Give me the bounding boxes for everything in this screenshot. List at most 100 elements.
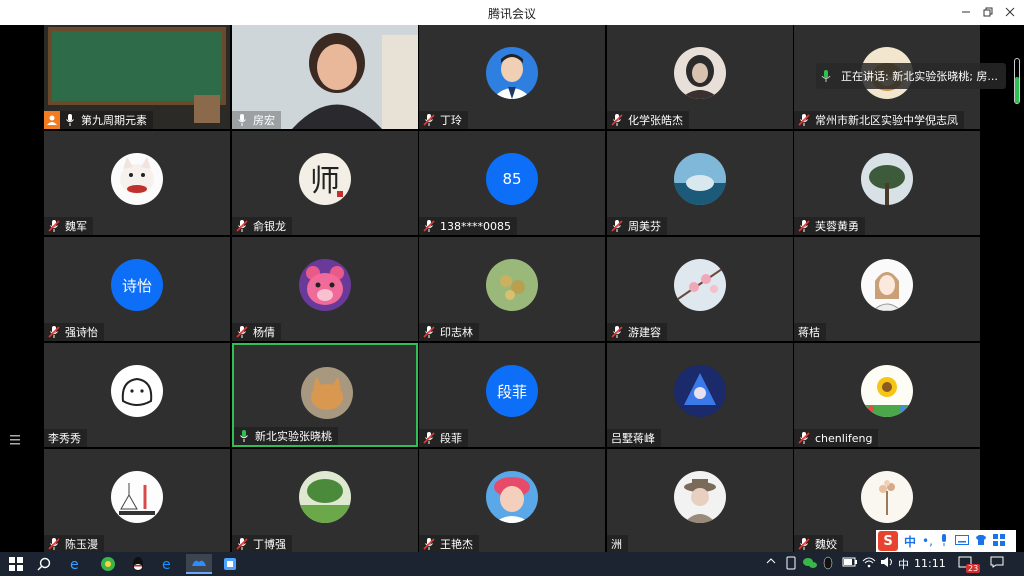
ime-lang[interactable]: 中: [904, 533, 916, 550]
battery-icon[interactable]: [842, 556, 858, 571]
avatar: [674, 471, 726, 523]
participant-name: 第九周期元素: [81, 114, 147, 127]
participant-tile[interactable]: 芙蓉黄勇: [794, 131, 980, 235]
participant-tile[interactable]: 王艳杰: [419, 449, 605, 553]
search-button[interactable]: [34, 554, 54, 574]
participant-tile[interactable]: 蒋桔: [794, 237, 980, 341]
nameplate: 洲: [607, 535, 628, 553]
tencent-meeting-icon: [192, 560, 206, 566]
participant-tile[interactable]: 房宏: [232, 25, 418, 129]
app-button[interactable]: [220, 554, 240, 574]
nameplate: 李秀秀: [44, 429, 87, 447]
nameplate: 138****0085: [419, 217, 517, 235]
nameplate: 杨倩: [232, 323, 281, 341]
nameplate: 王艳杰: [419, 535, 479, 553]
svg-text:e: e: [162, 557, 171, 572]
avatar: 诗怡: [111, 259, 163, 311]
participant-name: 周美芬: [628, 220, 661, 233]
participant-tile[interactable]: 化学张皓杰: [607, 25, 793, 129]
participant-tile[interactable]: 85 138****0085: [419, 131, 605, 235]
participant-list-toggle[interactable]: [8, 432, 24, 448]
participant-tile[interactable]: 游建容: [607, 237, 793, 341]
list-icon: [10, 435, 20, 445]
speaking-indicator: 正在讲话: 新北实验张晓桃; 房...: [816, 63, 1006, 89]
qq-tray-icon[interactable]: [822, 556, 834, 573]
ie-button[interactable]: e: [66, 554, 86, 574]
edge-button[interactable]: e: [158, 554, 178, 574]
avatar: [486, 259, 538, 311]
toolbox-icon[interactable]: [992, 533, 1005, 549]
participant-tile[interactable]: 诗怡 强诗怡: [44, 237, 230, 341]
participant-grid: 第九周期元素 房宏 丁玲 化学张皓杰 常州市新北区实验中学倪志凤 魏军 师俞银龙 85 138*…: [44, 25, 981, 553]
taskbar: e e 中 11:11 23: [0, 552, 1024, 576]
participant-tile[interactable]: 丁玲: [419, 25, 605, 129]
tencent-meeting-button[interactable]: [186, 554, 212, 574]
nameplate: 魏姣: [794, 535, 843, 553]
minimize-button[interactable]: [956, 2, 976, 22]
avatar: [674, 259, 726, 311]
speaker-icon[interactable]: [880, 556, 894, 571]
nameplate: 段菲: [419, 429, 468, 447]
ime-toolbar[interactable]: S 中 •,: [876, 530, 1016, 552]
ie-icon: e: [70, 557, 79, 572]
participant-tile[interactable]: 魏军: [44, 131, 230, 235]
qq-button[interactable]: [128, 554, 148, 574]
microphone-muted-icon: [610, 219, 624, 233]
participant-name: 游建容: [628, 326, 661, 339]
participant-tile[interactable]: 吕墅蒋峰: [607, 343, 793, 447]
avatar: [486, 471, 538, 523]
participant-name: 魏姣: [815, 538, 837, 551]
participant-tile[interactable]: 陈玉漫: [44, 449, 230, 553]
nameplate: 魏军: [44, 217, 93, 235]
participant-tile[interactable]: 师俞银龙: [232, 131, 418, 235]
avatar: [111, 153, 163, 205]
title-bar: 腾讯会议: [0, 0, 1024, 25]
participant-tile[interactable]: 杨倩: [232, 237, 418, 341]
participant-name: 丁博强: [253, 538, 286, 551]
nameplate: 丁博强: [232, 535, 292, 553]
nameplate: 第九周期元素: [44, 111, 153, 129]
participant-tile[interactable]: 丁博强: [232, 449, 418, 553]
close-button[interactable]: [1000, 2, 1020, 22]
action-center-icon[interactable]: [990, 556, 1004, 571]
wechat-icon[interactable]: [802, 556, 818, 573]
microphone-icon: [237, 429, 251, 443]
wifi-icon[interactable]: [862, 556, 876, 571]
avatar: [301, 367, 353, 419]
restore-button[interactable]: [978, 2, 998, 22]
participant-tile[interactable]: 印志林: [419, 237, 605, 341]
participant-name: 印志林: [440, 326, 473, 339]
browser-360-button[interactable]: [98, 554, 118, 574]
participant-name: 李秀秀: [48, 432, 81, 445]
avatar: [111, 471, 163, 523]
tray-expand-icon[interactable]: [766, 556, 776, 569]
host-icon: [44, 111, 60, 129]
nameplate: 周美芬: [607, 217, 667, 235]
avatar: [674, 153, 726, 205]
voice-icon[interactable]: [939, 533, 949, 549]
volume-meter: [1014, 58, 1020, 104]
tray-app-icon[interactable]: [786, 556, 796, 573]
nameplate: chenlifeng: [794, 429, 879, 447]
microphone-icon: [63, 113, 77, 127]
participant-tile[interactable]: 新北实验张晓桃: [232, 343, 418, 447]
clock[interactable]: 11:11: [914, 557, 946, 570]
edge-icon: e: [162, 557, 171, 572]
participant-name: 王艳杰: [440, 538, 473, 551]
avatar: [674, 47, 726, 99]
skin-icon[interactable]: [975, 534, 987, 549]
participant-tile[interactable]: chenlifeng: [794, 343, 980, 447]
microphone-muted-icon: [422, 219, 436, 233]
browser-360-icon: [101, 557, 115, 571]
participant-tile[interactable]: 段菲 段菲: [419, 343, 605, 447]
participant-tile[interactable]: 第九周期元素: [44, 25, 230, 129]
punctuation-icon[interactable]: •,: [922, 534, 933, 548]
speaking-label: 正在讲话: 新北实验张晓桃; 房...: [841, 70, 998, 83]
keyboard-icon[interactable]: [954, 534, 969, 548]
microphone-muted-icon: [797, 113, 811, 127]
participant-tile[interactable]: 周美芬: [607, 131, 793, 235]
start-button[interactable]: [6, 554, 26, 574]
input-language[interactable]: 中: [898, 556, 909, 572]
participant-tile[interactable]: 洲: [607, 449, 793, 553]
participant-tile[interactable]: 李秀秀: [44, 343, 230, 447]
